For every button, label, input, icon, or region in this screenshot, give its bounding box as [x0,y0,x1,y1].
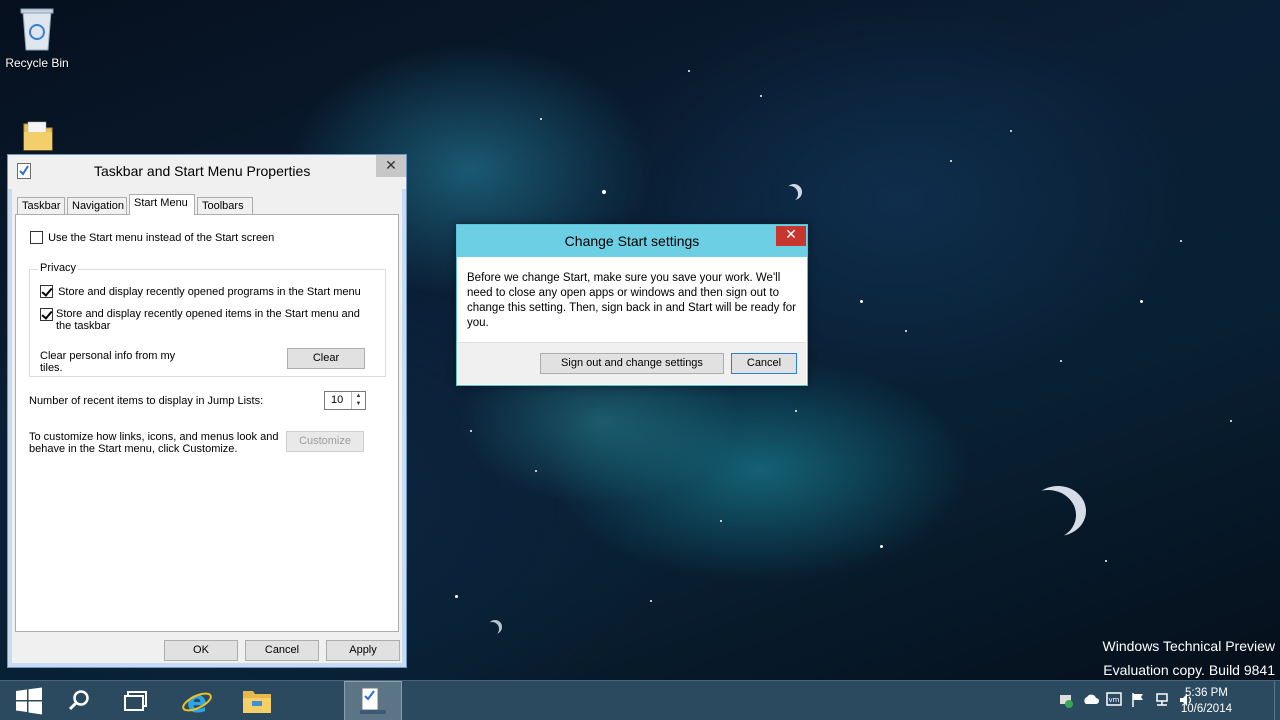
ok-button[interactable]: OK [164,640,238,661]
onedrive-icon[interactable] [1082,692,1100,709]
task-view-button[interactable] [107,681,165,720]
folder-desktop-icon[interactable] [8,118,68,158]
dialog-cancel-button[interactable]: Cancel [731,353,797,374]
internet-explorer-icon: e [182,685,212,717]
internet-explorer-button[interactable]: e [168,681,226,720]
jump-lists-value[interactable]: 10 [331,394,343,406]
task-view-icon [124,691,147,711]
svg-text:e: e [187,685,207,717]
windows-logo-icon [16,687,42,715]
watermark-line1: Windows Technical Preview [1102,638,1275,654]
tab-taskbar[interactable]: Taskbar [17,197,65,215]
jump-lists-label: Number of recent items to display in Jum… [29,395,264,407]
clear-button[interactable]: Clear [287,348,365,369]
security-shield-icon[interactable] [1058,692,1074,711]
store-items-row[interactable]: Store and display recently opened items … [40,308,380,332]
properties-title-bar[interactable]: Taskbar and Start Menu Properties ✕ [8,155,406,189]
customize-label: To customize how links, icons, and menus… [29,431,279,455]
folder-icon [23,121,53,151]
search-taskbar-button[interactable] [50,681,108,720]
store-programs-row[interactable]: Store and display recently opened progra… [40,285,380,298]
taskbar-properties-window: Taskbar and Start Menu Properties ✕ Task… [7,154,407,668]
privacy-legend: Privacy [38,262,79,274]
clock-time: 5:36 PM [1185,687,1228,699]
properties-window-title: Taskbar and Start Menu Properties [94,163,311,179]
svg-text:vm: vm [1109,696,1120,704]
properties-close-button[interactable]: ✕ [376,155,406,177]
jump-lists-stepper[interactable]: 10 ▲ ▼ [324,391,366,410]
taskbar-properties-icon [360,687,386,714]
tab-start-menu[interactable]: Start Menu [129,194,195,215]
tab-toolbars[interactable]: Toolbars [197,197,253,215]
sign-out-button[interactable]: Sign out and change settings [540,353,724,374]
store-items-label: Store and display recently opened items … [56,308,360,332]
network-icon[interactable] [1154,692,1170,711]
show-desktop-button[interactable] [1274,681,1280,720]
privacy-group: Privacy Store and display recently opene… [29,262,386,377]
use-start-menu-row[interactable]: Use the Start menu instead of the Start … [30,231,274,244]
dialog-message: Before we change Start, make sure you sa… [467,272,797,329]
spin-down-icon[interactable]: ▼ [352,400,365,408]
dialog-footer: Sign out and change settings Cancel [458,342,806,384]
properties-window-icon [17,163,31,179]
use-start-menu-checkbox[interactable] [30,231,43,244]
watermark-line2: Evaluation copy. Build 9841 [1103,662,1275,678]
clear-info-label: Clear personal info from my tiles. [40,350,176,374]
tab-navigation[interactable]: Navigation [67,197,127,215]
clock-date: 10/6/2014 [1180,703,1232,715]
vmware-icon[interactable]: vm [1106,692,1122,709]
customize-button[interactable]: Customize [286,431,364,452]
taskbar-properties-button[interactable] [344,681,402,720]
taskbar: e vm 5:36 PM 10/6/2014 [0,680,1280,720]
store-items-checkbox[interactable] [40,308,53,321]
recycle-bin-desktop-icon[interactable]: Recycle Bin [0,6,74,70]
start-menu-tab-panel: Use the Start menu instead of the Start … [15,214,399,632]
change-start-dialog: Change Start settings ✕ Before we change… [456,224,808,386]
dialog-title-bar[interactable]: Change Start settings ✕ [457,225,807,257]
apply-button[interactable]: Apply [326,640,400,661]
store-programs-label: Store and display recently opened progra… [58,285,361,298]
recycle-bin-icon [20,8,54,51]
action-center-flag-icon[interactable] [1131,692,1145,711]
use-start-menu-label: Use the Start menu instead of the Start … [48,231,275,244]
recycle-bin-label: Recycle Bin [5,56,69,70]
properties-cancel-button[interactable]: Cancel [245,640,319,661]
search-icon [68,690,89,711]
store-programs-checkbox[interactable] [40,285,53,298]
file-explorer-icon [243,691,271,713]
dialog-close-button[interactable]: ✕ [776,226,806,246]
system-clock[interactable]: 5:36 PM 10/6/2014 [1181,685,1232,717]
file-explorer-button[interactable] [228,681,286,720]
dialog-title: Change Start settings [564,233,700,249]
spin-up-icon[interactable]: ▲ [352,392,365,400]
